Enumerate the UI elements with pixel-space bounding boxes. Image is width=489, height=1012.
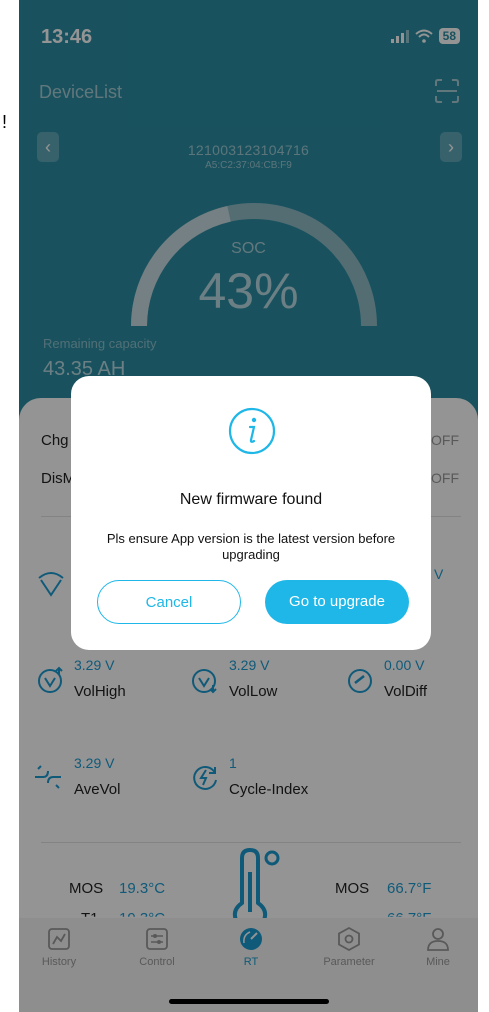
dialog-title: New firmware found: [179, 491, 323, 508]
cancel-button[interactable]: Cancel: [97, 580, 241, 624]
app-screen: 13:46 58 DeviceList ‹ › 121003123104716 …: [19, 0, 478, 1012]
dialog-message: Pls ensure App version is the latest ver…: [106, 531, 396, 562]
info-icon: [228, 407, 276, 455]
edge-mark: !: [2, 112, 8, 132]
firmware-dialog: New firmware found Pls ensure App versio…: [71, 376, 431, 650]
home-indicator: [169, 999, 329, 1004]
go-to-upgrade-button[interactable]: Go to upgrade: [265, 580, 409, 624]
